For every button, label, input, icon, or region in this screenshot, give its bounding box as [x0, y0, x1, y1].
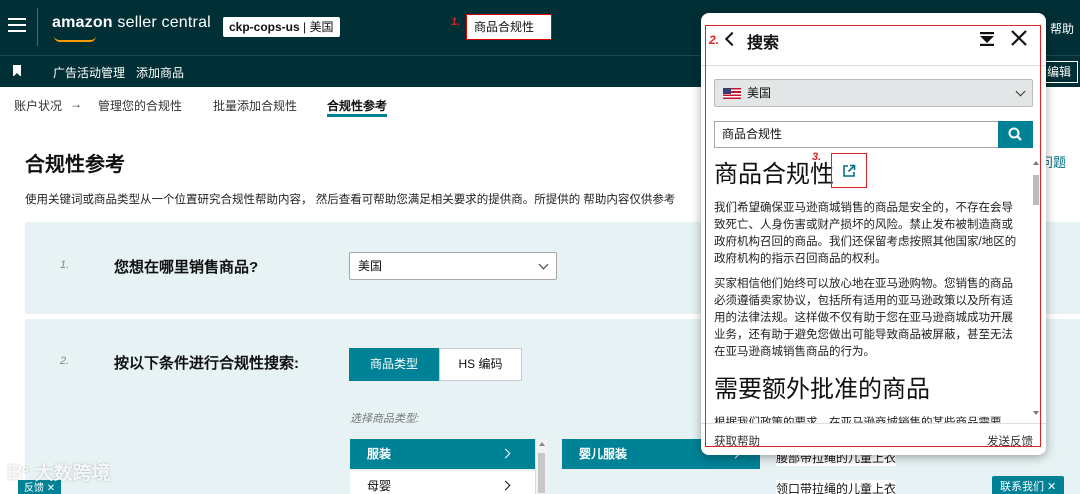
step1-question: 您想在哪里销售商品? — [114, 259, 259, 276]
breadcrumb-arrow-icon: → — [70, 97, 82, 111]
page-description: 使用关键词或商品类型从一个位置研究合规性帮助内容， 然后查看可帮助您满足相关要求… — [25, 194, 676, 206]
contact-us-label: 联系我们 — [1000, 481, 1044, 493]
watermark-logo: ᗷᐤ 大数跨境 — [8, 463, 111, 484]
sell-country-value: 美国 — [358, 259, 383, 273]
annotation-box-2 — [705, 25, 1041, 447]
contact-us-button[interactable]: 联系我们 ✕ — [992, 476, 1065, 494]
account-name: ckp-cops-us — [229, 20, 300, 34]
category-item-apparel[interactable]: 服装 — [350, 439, 535, 469]
scroll-thumb[interactable] — [538, 453, 545, 493]
category-label: 服装 — [367, 447, 392, 461]
chevron-down-icon — [538, 259, 549, 270]
breadcrumb-account-health[interactable]: 账户状况 — [14, 97, 62, 114]
logo-suffix: seller central — [112, 14, 211, 31]
category-item-baby[interactable]: 母婴 — [350, 471, 535, 494]
help-link[interactable]: 帮助 — [1050, 20, 1074, 37]
scroll-up-icon[interactable] — [539, 442, 545, 446]
step1-number: 1. — [60, 259, 70, 271]
breadcrumb-bulk-add-compliance[interactable]: 批量添加合规性 — [213, 97, 297, 114]
active-tab-indicator — [327, 114, 387, 117]
watermark-text: 大数跨境 — [34, 463, 111, 484]
subcategory-label: 婴儿服装 — [579, 447, 628, 461]
menu-icon[interactable] — [8, 18, 26, 34]
amazon-seller-central-logo[interactable]: amazon seller central — [52, 14, 211, 42]
account-separator: | — [299, 20, 310, 34]
account-region: 美国 — [309, 20, 334, 34]
account-switcher[interactable]: ckp-cops-us | 美国 — [223, 17, 340, 37]
tab-hs-code[interactable]: HS 编码 — [439, 348, 522, 381]
breadcrumb-compliance-reference[interactable]: 合规性参考 — [327, 97, 387, 114]
divider — [37, 8, 38, 46]
tab-product-type[interactable]: 商品类型 — [349, 348, 439, 381]
annotation-label-1: 1. — [451, 16, 461, 28]
category-label: 母婴 — [367, 479, 392, 493]
chevron-right-icon — [500, 448, 511, 459]
bookmark-link-campaign[interactable]: 广告活动管理 — [53, 64, 125, 81]
logo-brand: amazon — [52, 14, 113, 31]
list-item[interactable]: 领口带拉绳的儿童上衣 — [776, 480, 897, 494]
logo-smile-icon — [54, 36, 96, 42]
select-category-hint: 选择商品类型: — [350, 413, 420, 425]
step2-number: 2. — [60, 355, 70, 367]
category-scrollbar[interactable] — [535, 439, 547, 494]
sell-country-select[interactable]: 美国 — [349, 252, 557, 280]
step2-question: 按以下条件进行合规性搜索: — [114, 355, 299, 372]
bookmark-icon[interactable] — [13, 65, 21, 77]
breadcrumb-manage-compliance[interactable]: 管理您的合规性 — [98, 97, 182, 114]
top-search-input[interactable]: 商品合规性 — [466, 14, 552, 40]
bookmark-link-add-product[interactable]: 添加商品 — [136, 64, 184, 81]
page-title: 合规性参考 — [25, 154, 125, 176]
chevron-right-icon — [500, 480, 511, 491]
